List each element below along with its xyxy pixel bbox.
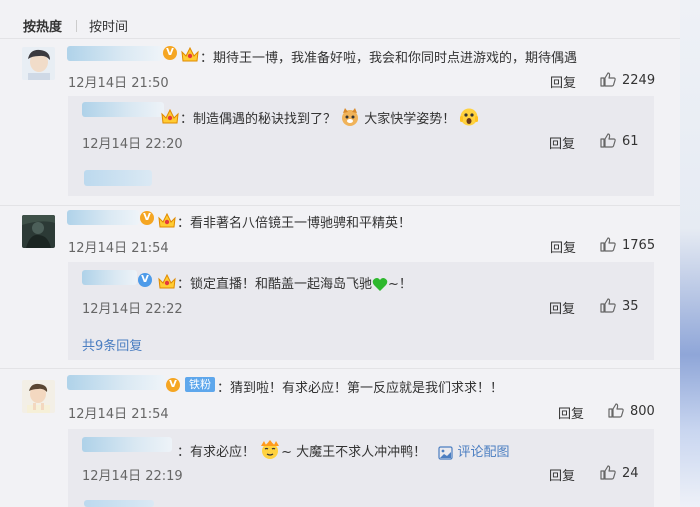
- reply-username-blurred[interactable]: [82, 102, 164, 117]
- reply-text-part: ：制造偶遇的秘诀找到了？: [180, 112, 337, 127]
- reply-text-part: ~ 大魔王不求人冲冲鸭！: [281, 445, 427, 460]
- reply-text-part: ：锁定直播！和酷盖一起海岛飞驰: [177, 277, 373, 292]
- reply-text-part: ~！: [388, 277, 412, 292]
- verified-v-icon: V: [138, 273, 152, 287]
- divider: [0, 205, 680, 206]
- fan-badge: 铁粉: [185, 377, 215, 392]
- comment-time: 12月14日 21:54: [68, 407, 169, 422]
- thumbs-up-icon: [608, 403, 624, 418]
- avatar[interactable]: [22, 47, 55, 80]
- like-button[interactable]: 2249: [600, 72, 655, 88]
- username-blurred[interactable]: [67, 375, 165, 390]
- comment-image-link[interactable]: 评论配图: [438, 445, 509, 460]
- comment-time: 12月14日 21:54: [68, 241, 169, 256]
- comment-text: ：猜到啦！有求必应！第一反应就是我们求求！！: [217, 381, 504, 396]
- divider: [0, 368, 680, 369]
- view-all-replies-link[interactable]: 共9条回复: [82, 335, 142, 354]
- comment-image-link-label: 评论配图: [457, 445, 510, 460]
- comments-page: 按热度 按时间 V ：期待王一博，我准备好啦，我会和你同时点进游戏的，期待偶遇 1…: [0, 0, 680, 507]
- crown-badge-icon: [161, 108, 179, 124]
- reply-time: 12月14日 22:20: [82, 137, 183, 152]
- crown-badge-icon: [158, 273, 176, 289]
- like-button[interactable]: 1765: [600, 237, 655, 253]
- sort-by-hot-tab[interactable]: 按热度: [23, 16, 62, 35]
- verified-v-icon: V: [166, 378, 180, 392]
- praying-emoji-icon: [261, 440, 280, 459]
- reply-button[interactable]: 回复: [549, 298, 575, 317]
- username-blurred[interactable]: [67, 210, 139, 225]
- verified-v-icon: V: [140, 211, 154, 225]
- reply-username-blurred[interactable]: [82, 437, 172, 452]
- like-button[interactable]: 35: [600, 298, 639, 314]
- cat-emoji-icon: [342, 108, 359, 126]
- like-count: 2249: [622, 73, 656, 88]
- reply-button[interactable]: 回复: [549, 133, 575, 152]
- sort-divider: [76, 20, 78, 32]
- thumbs-up-icon: [600, 465, 616, 480]
- background-image-edge: [680, 0, 700, 507]
- reply-username-blurred[interactable]: [82, 270, 137, 285]
- green-heart-icon: [372, 278, 388, 291]
- crown-badge-icon: [158, 212, 176, 228]
- like-button[interactable]: 24: [600, 465, 639, 481]
- comment-time: 12月14日 21:50: [68, 76, 169, 91]
- divider: [0, 38, 680, 39]
- comment-text: ：看非著名八倍镜王一博驰骋和平精英！: [177, 216, 412, 231]
- reply-text-part: 大家快学姿势！: [364, 112, 456, 127]
- reply-button[interactable]: 回复: [550, 72, 576, 91]
- more-replies-blurred[interactable]: [84, 170, 152, 186]
- username-blurred[interactable]: [67, 46, 162, 61]
- sort-by-time-tab[interactable]: 按时间: [89, 16, 128, 35]
- avatar[interactable]: [22, 380, 55, 413]
- reply-time: 12月14日 22:19: [82, 469, 183, 484]
- reply-text-part: ：有求必应！: [177, 445, 256, 460]
- like-count: 35: [622, 299, 639, 314]
- crown-badge-icon: [181, 46, 199, 62]
- scared-face-emoji-icon: [460, 108, 479, 126]
- reply-button[interactable]: 回复: [549, 465, 575, 484]
- thumbs-up-icon: [600, 133, 616, 148]
- thumbs-up-icon: [600, 298, 616, 313]
- like-button[interactable]: 800: [608, 403, 655, 419]
- reply-button[interactable]: 回复: [550, 237, 576, 256]
- reply-text: ：有求必应！ ~ 大魔王不求人冲冲鸭！ 评论配图: [177, 440, 509, 460]
- reply-text: ：制造偶遇的秘诀找到了？ 大家快学姿势！: [180, 107, 479, 127]
- like-count: 61: [622, 134, 639, 149]
- like-count: 1765: [622, 238, 656, 253]
- image-icon: [438, 446, 453, 460]
- like-button[interactable]: 61: [600, 133, 639, 149]
- like-count: 24: [622, 466, 639, 481]
- like-count: 800: [630, 404, 655, 419]
- thumbs-up-icon: [600, 237, 616, 252]
- reply-time: 12月14日 22:22: [82, 302, 183, 317]
- reply-button[interactable]: 回复: [558, 403, 584, 422]
- verified-v-icon: V: [163, 46, 177, 60]
- more-replies-blurred[interactable]: [84, 500, 154, 507]
- thumbs-up-icon: [600, 72, 616, 87]
- sort-bar: 按热度 按时间: [23, 16, 128, 35]
- reply-text: ：锁定直播！和酷盖一起海岛飞驰 ~！: [177, 273, 412, 292]
- comment-text: ：期待王一博，我准备好啦，我会和你同时点进游戏的，期待偶遇: [200, 51, 578, 66]
- avatar[interactable]: [22, 215, 55, 248]
